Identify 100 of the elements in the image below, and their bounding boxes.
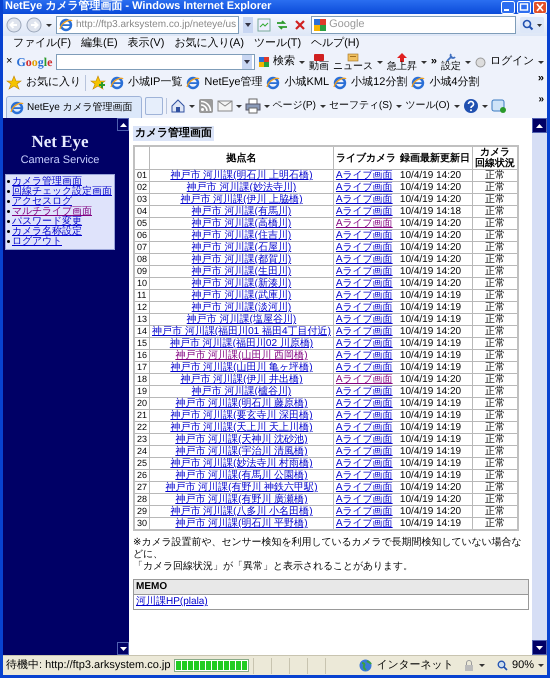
settings-button[interactable]: 設定 bbox=[441, 52, 461, 72]
close-button[interactable]: × bbox=[6, 55, 12, 69]
caret-icon[interactable] bbox=[465, 60, 471, 64]
down-arrow-icon bbox=[120, 646, 126, 650]
nav-link[interactable]: アクセスログ bbox=[12, 196, 72, 207]
menu-item[interactable]: ヘルプ(H) bbox=[311, 37, 360, 51]
status-cell: 正常 bbox=[472, 470, 518, 482]
menu-item[interactable]: ツール(T) bbox=[254, 37, 302, 51]
caret-icon[interactable] bbox=[538, 60, 544, 64]
caret-icon[interactable] bbox=[538, 664, 544, 667]
command-menu[interactable]: ページ(P) bbox=[272, 100, 326, 112]
search-button[interactable]: 検索 bbox=[258, 55, 295, 69]
scroll-down-button[interactable] bbox=[532, 640, 547, 655]
table-cell: 10/4/19 14:20 bbox=[398, 386, 472, 398]
command-menu[interactable]: セーフティ(S) bbox=[328, 100, 402, 112]
minimize-button[interactable] bbox=[501, 0, 515, 14]
scroll-up-button[interactable] bbox=[532, 118, 547, 133]
caret-icon[interactable] bbox=[264, 104, 270, 108]
browser-tab[interactable]: NetEye カメラ管理画面 bbox=[6, 96, 142, 118]
table-cell: 10/4/19 14:20 bbox=[398, 482, 472, 494]
table-cell: 10/4/19 14:19 bbox=[398, 470, 472, 482]
caret-icon[interactable] bbox=[478, 664, 485, 667]
caret-icon[interactable] bbox=[376, 60, 383, 64]
more-button[interactable]: » bbox=[538, 94, 544, 106]
zoom-button[interactable]: 90% bbox=[496, 658, 534, 672]
dropdown-button[interactable] bbox=[243, 17, 254, 33]
row-number: 17 bbox=[134, 362, 150, 374]
status-cell: 正常 bbox=[472, 230, 518, 242]
row-number: 15 bbox=[134, 338, 150, 350]
row-number: 05 bbox=[134, 218, 150, 230]
nav-link[interactable]: ログアウト bbox=[12, 236, 62, 247]
more-button[interactable]: » bbox=[538, 72, 544, 86]
news-button[interactable]: ニュース bbox=[332, 52, 373, 72]
favorite-link[interactable]: NetEye管理 bbox=[186, 76, 262, 90]
nav-link[interactable]: マルチライブ画面 bbox=[12, 206, 92, 217]
site-subtitle: Camera Service bbox=[20, 154, 100, 168]
toolbar-search-field[interactable] bbox=[56, 54, 255, 70]
nav-link[interactable]: 回線チェック設定画面 bbox=[12, 186, 112, 197]
caret-icon[interactable] bbox=[454, 104, 460, 108]
favorite-link[interactable]: 小城KML bbox=[266, 76, 330, 90]
address-field[interactable]: http://ftp3.arksystem.co.jp/neteye/us bbox=[56, 16, 240, 34]
status-cell: 正常 bbox=[472, 302, 518, 314]
browser-icon bbox=[10, 100, 24, 114]
nav-link[interactable]: カメラ名称設定 bbox=[12, 226, 82, 237]
video-button[interactable]: 動画 bbox=[308, 52, 329, 72]
dropdown-button[interactable] bbox=[242, 55, 252, 69]
favorite-link[interactable]: 小城12分割 bbox=[333, 76, 408, 90]
status-cell: 正常 bbox=[472, 278, 518, 290]
colored-squares-icon bbox=[258, 57, 269, 67]
status-cell: 正常 bbox=[472, 218, 518, 230]
status-cell: 正常 bbox=[472, 410, 518, 422]
scroll-down-button[interactable] bbox=[117, 642, 129, 655]
status-cell: 正常 bbox=[472, 290, 518, 302]
chat-icon[interactable] bbox=[490, 98, 507, 114]
row-number: 19 bbox=[134, 386, 150, 398]
nav-link[interactable]: パスワード変更 bbox=[12, 216, 82, 227]
status-cell: 正常 bbox=[472, 506, 518, 518]
row-number: 12 bbox=[134, 302, 150, 314]
menu-item[interactable]: 編集(E) bbox=[81, 37, 118, 51]
maximize-button[interactable] bbox=[517, 0, 531, 14]
memo-link[interactable]: 河川課HP(plala) bbox=[136, 596, 208, 608]
zoom-icon bbox=[496, 660, 508, 671]
nav-link[interactable]: カメラ管理画面 bbox=[12, 176, 82, 187]
caret-icon[interactable] bbox=[46, 24, 52, 26]
scroll-up-button[interactable] bbox=[117, 118, 129, 131]
refresh-icon[interactable] bbox=[275, 18, 290, 32]
toolbar-logo: Google bbox=[16, 54, 52, 70]
caret-icon[interactable] bbox=[420, 60, 427, 64]
printer-icon[interactable] bbox=[244, 98, 261, 114]
table-cell: 10/4/19 14:18 bbox=[398, 206, 472, 218]
column-header: 録画最新更新日 bbox=[398, 146, 472, 170]
caret-icon[interactable] bbox=[236, 104, 242, 108]
menu-item[interactable]: お気に入り(A) bbox=[174, 37, 244, 51]
caret-icon[interactable] bbox=[188, 104, 195, 108]
caret-icon[interactable] bbox=[298, 60, 305, 64]
table-cell: 10/4/19 14:19 bbox=[398, 410, 472, 422]
help-icon[interactable] bbox=[462, 98, 479, 114]
table-cell: 10/4/19 14:19 bbox=[398, 314, 472, 326]
stop-icon[interactable] bbox=[293, 18, 308, 32]
row-number: 14 bbox=[134, 326, 150, 338]
caret-icon[interactable] bbox=[320, 104, 326, 108]
caret-icon[interactable] bbox=[396, 104, 402, 108]
home-icon[interactable] bbox=[170, 98, 186, 114]
more-button[interactable]: » bbox=[430, 55, 437, 69]
favorites-button[interactable]: お気に入り bbox=[6, 75, 81, 91]
add-favorite-icon[interactable] bbox=[90, 75, 106, 91]
command-menu[interactable]: ツール(O) bbox=[405, 100, 460, 112]
bullet-icon bbox=[7, 190, 10, 194]
favorite-link[interactable]: 小城IP一覧 bbox=[110, 76, 182, 90]
favorite-link[interactable]: 小城4分割 bbox=[411, 76, 480, 90]
search-icon[interactable] bbox=[520, 17, 544, 33]
caret-icon[interactable] bbox=[482, 104, 488, 108]
memo-title: MEMO bbox=[134, 580, 528, 596]
trend-button[interactable]: 急上昇 bbox=[386, 52, 417, 72]
menu-item[interactable]: ファイル(F) bbox=[13, 37, 72, 51]
menu-item[interactable]: 表示(V) bbox=[128, 37, 164, 51]
status-text: 待機中: http://ftp3.arksystem.co.jp bbox=[6, 658, 170, 672]
close-button[interactable] bbox=[533, 0, 547, 14]
login-button[interactable]: ログイン bbox=[475, 55, 534, 69]
table-cell: 10/4/19 14:20 bbox=[398, 374, 472, 386]
